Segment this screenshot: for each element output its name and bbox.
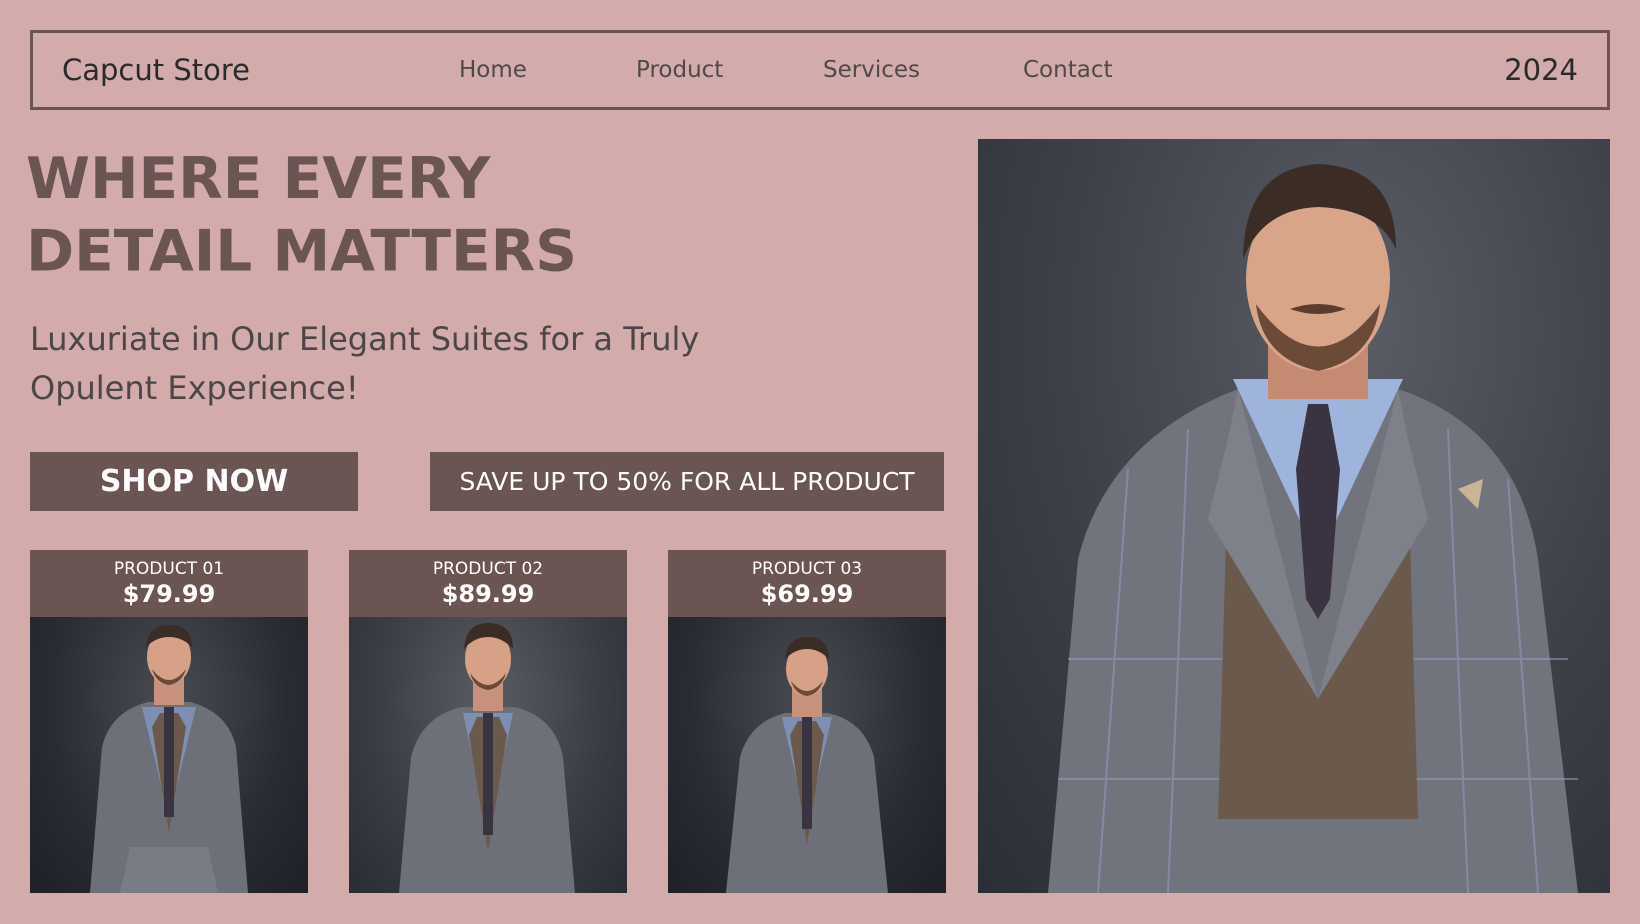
product-card-header: PRODUCT 01 $79.99 [30, 550, 308, 617]
product-card-header: PRODUCT 02 $89.99 [349, 550, 627, 617]
site-header: Capcut Store Home Product Services Conta… [30, 30, 1610, 110]
product-photo[interactable] [349, 617, 627, 893]
shop-now-button[interactable]: SHOP NOW [30, 452, 358, 511]
nav-services[interactable]: Services [823, 33, 920, 107]
headline-line-1: WHERE EVERY [26, 144, 491, 212]
product-card-3[interactable]: PRODUCT 03 $69.99 [668, 550, 946, 893]
product-card-header: PRODUCT 03 $69.99 [668, 550, 946, 617]
headline-line-2: DETAIL MATTERS [26, 217, 578, 285]
product-photo[interactable] [668, 617, 946, 893]
hero-subline: Luxuriate in Our Elegant Suites for a Tr… [30, 320, 700, 407]
hero-photo [978, 139, 1610, 893]
nav-product[interactable]: Product [636, 33, 723, 107]
product-name: PRODUCT 01 [113, 559, 225, 579]
product-price: $89.99 [441, 580, 535, 608]
product-price: $79.99 [122, 580, 216, 608]
product-price: $69.99 [760, 580, 854, 608]
product-name: PRODUCT 02 [432, 559, 544, 579]
product-name: PRODUCT 03 [751, 559, 863, 579]
header-year: 2024 [1504, 53, 1578, 87]
nav-contact[interactable]: Contact [1023, 33, 1112, 107]
brand-logo[interactable]: Capcut Store [62, 33, 250, 107]
hero-headline: WHERE EVERY DETAIL MATTERS [26, 142, 906, 287]
product-photo[interactable] [30, 617, 308, 893]
product-card-1[interactable]: PRODUCT 01 $79.99 [30, 550, 308, 893]
save-banner-button[interactable]: SAVE UP TO 50% FOR ALL PRODUCT [430, 452, 944, 511]
nav-home[interactable]: Home [459, 33, 527, 107]
product-card-2[interactable]: PRODUCT 02 $89.99 [349, 550, 627, 893]
